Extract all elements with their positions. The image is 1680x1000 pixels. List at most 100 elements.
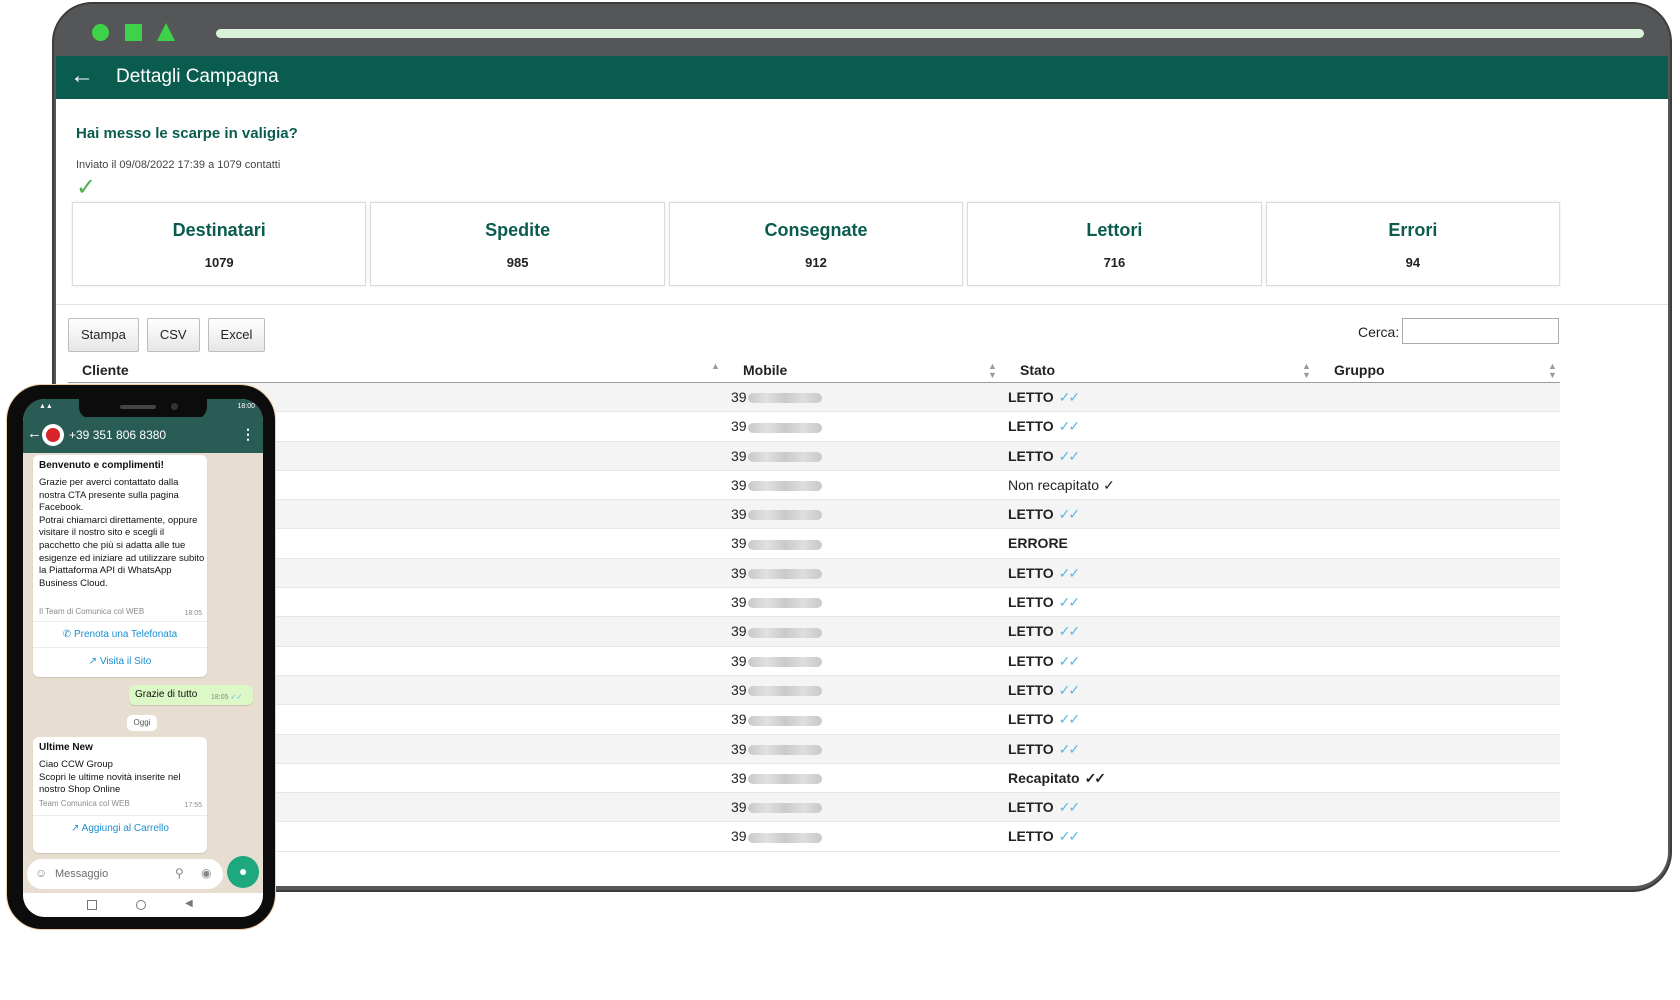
contact-name[interactable]: +39 351 806 8380	[69, 428, 166, 442]
stat-value: 94	[1405, 255, 1421, 270]
message-bubble-incoming: Benvenuto e complimenti! Grazie per aver…	[33, 455, 207, 677]
mobile-cell: 39	[731, 682, 822, 698]
phone-notch	[79, 399, 207, 419]
mobile-prefix: 39	[731, 828, 747, 845]
check-icon: ✓	[76, 174, 97, 201]
stat-card-errori: Errori 94	[1265, 202, 1561, 286]
phone-icon: ✆	[62, 629, 74, 640]
home-icon[interactable]	[136, 900, 146, 910]
campaign-title: Hai messo le scarpe in valigia?	[76, 125, 298, 142]
table-row: 39 LETTO ✓✓	[68, 617, 1560, 647]
back-arrow-icon[interactable]: ←	[27, 425, 42, 442]
status-time: 18:00	[237, 403, 255, 410]
mobile-cell: 39	[731, 741, 822, 757]
status-cell: LETTO ✓✓	[1008, 389, 1080, 406]
table-row: 39 Recapitato ✓✓	[68, 763, 1560, 794]
message-title: Ultime New	[39, 742, 93, 753]
status-text: LETTO	[1008, 652, 1054, 669]
status-text: LETTO	[1008, 389, 1054, 405]
search-label: Cerca:	[1358, 324, 1400, 340]
double-check-blue-icon: ✓✓	[1058, 711, 1081, 728]
front-camera	[171, 403, 178, 410]
mobile-cell: 39	[731, 448, 822, 464]
table-row: 39 LETTO ✓✓	[68, 822, 1560, 852]
stats-row: Destinatari 1079 Spedite 985 Consegnate …	[72, 202, 1561, 286]
stat-card-destinatari: Destinatari 1079	[72, 202, 367, 286]
page-title: Dettagli Campagna	[116, 66, 279, 87]
message-bubble-outgoing: Grazie di tutto 18:05 ✓✓	[129, 685, 253, 705]
redacted-number	[747, 569, 822, 580]
back-icon[interactable]: ◀	[185, 899, 193, 909]
message-input-bar[interactable]: ☺ Messaggio ⚲ ◉	[27, 859, 223, 889]
circle-shape-icon	[92, 24, 109, 41]
stat-card-spedite: Spedite 985	[370, 202, 665, 286]
mobile-cell: 39	[731, 594, 822, 610]
status-text: LETTO	[1008, 799, 1054, 816]
sort-asc-icon[interactable]: ▲	[711, 362, 720, 371]
status-text: ERRORE	[1008, 535, 1068, 552]
address-bar[interactable]	[216, 29, 1644, 38]
print-button[interactable]: Stampa	[68, 318, 139, 352]
message-time: 18:05	[184, 610, 202, 617]
column-header-stato[interactable]: Stato	[1020, 362, 1055, 378]
excel-button[interactable]: Excel	[207, 318, 266, 352]
message-input[interactable]: Messaggio	[55, 868, 108, 880]
column-header-mobile[interactable]: Mobile	[743, 362, 787, 378]
double-check-blue-icon: ✓✓	[1058, 623, 1081, 640]
stat-label: Consegnate	[764, 220, 868, 240]
tablet-screen: ← Dettagli Campagna Hai messo le scarpe …	[56, 56, 1668, 886]
stat-value: 716	[1103, 255, 1126, 270]
csv-button[interactable]: CSV	[146, 318, 200, 352]
status-text: LETTO	[1008, 594, 1054, 611]
double-check-blue-icon: ✓✓	[1058, 418, 1081, 435]
stat-label: Destinatari	[172, 220, 266, 240]
table-row: 39 LETTO ✓✓	[68, 793, 1560, 823]
double-check-blue-icon: ✓✓	[1058, 740, 1081, 757]
camera-icon[interactable]: ◉	[201, 866, 211, 880]
add-to-cart-button[interactable]: ↗ Aggiungi al Carrello	[33, 823, 207, 834]
stat-value: 912	[805, 255, 827, 270]
redacted-number	[747, 539, 822, 550]
emoji-icon[interactable]: ☺	[35, 866, 47, 880]
status-text: LETTO	[1008, 418, 1054, 435]
sort-both-icon[interactable]: ▲ ▼	[1548, 362, 1557, 380]
android-nav-bar: ◀	[23, 893, 263, 917]
mobile-cell: 39	[731, 418, 822, 434]
mic-icon: ●	[239, 863, 248, 879]
stat-card-lettori: Lettori 716	[967, 202, 1262, 286]
message-body: Grazie per averci contattato dalla nostr…	[39, 477, 205, 589]
mobile-cell: 39	[731, 711, 822, 727]
add-to-cart-label: Aggiungi al Carrello	[81, 823, 169, 834]
mic-button[interactable]: ●	[227, 856, 259, 888]
back-arrow-icon[interactable]: ←	[70, 62, 94, 90]
table-row: 39 LETTO ✓✓	[68, 705, 1560, 735]
sort-both-icon[interactable]: ▲ ▼	[988, 362, 997, 380]
redacted-number	[747, 510, 822, 521]
message-time: 17:55	[184, 802, 202, 809]
status-text: LETTO	[1008, 681, 1054, 698]
status-cell: ERRORE	[1008, 535, 1068, 551]
message-text: Grazie di tutto	[135, 689, 198, 700]
redacted-number	[747, 715, 822, 726]
table-row: 39 LETTO ✓✓	[68, 558, 1560, 589]
search-input[interactable]	[1402, 318, 1559, 344]
status-cell: Recapitato ✓✓	[1008, 770, 1106, 787]
call-button[interactable]: ✆ Prenota una Telefonata	[33, 629, 207, 640]
avatar[interactable]	[42, 424, 64, 446]
mobile-prefix: 39	[731, 799, 747, 816]
status-cell: LETTO ✓✓	[1008, 623, 1081, 640]
column-header-cliente[interactable]: Cliente	[82, 362, 129, 378]
sort-both-icon[interactable]: ▲ ▼	[1302, 362, 1311, 380]
attach-icon[interactable]: ⚲	[175, 866, 184, 880]
export-buttons: Stampa CSV Excel	[68, 318, 266, 352]
message-bubble-incoming: Ultime New Ciao CCW Group Scopri le ulti…	[33, 737, 207, 853]
mobile-cell: 39	[731, 653, 822, 669]
square-shape-icon	[125, 24, 142, 41]
more-vert-icon[interactable]: ⋮	[241, 426, 255, 443]
column-header-gruppo[interactable]: Gruppo	[1334, 362, 1385, 378]
double-check-blue-icon: ✓✓	[1058, 652, 1081, 669]
mobile-cell: 39	[731, 477, 822, 493]
message-time: 18:05 ✓✓	[211, 693, 242, 701]
recents-icon[interactable]	[87, 900, 97, 910]
visit-site-button[interactable]: ↗ Visita il Sito	[33, 656, 207, 667]
